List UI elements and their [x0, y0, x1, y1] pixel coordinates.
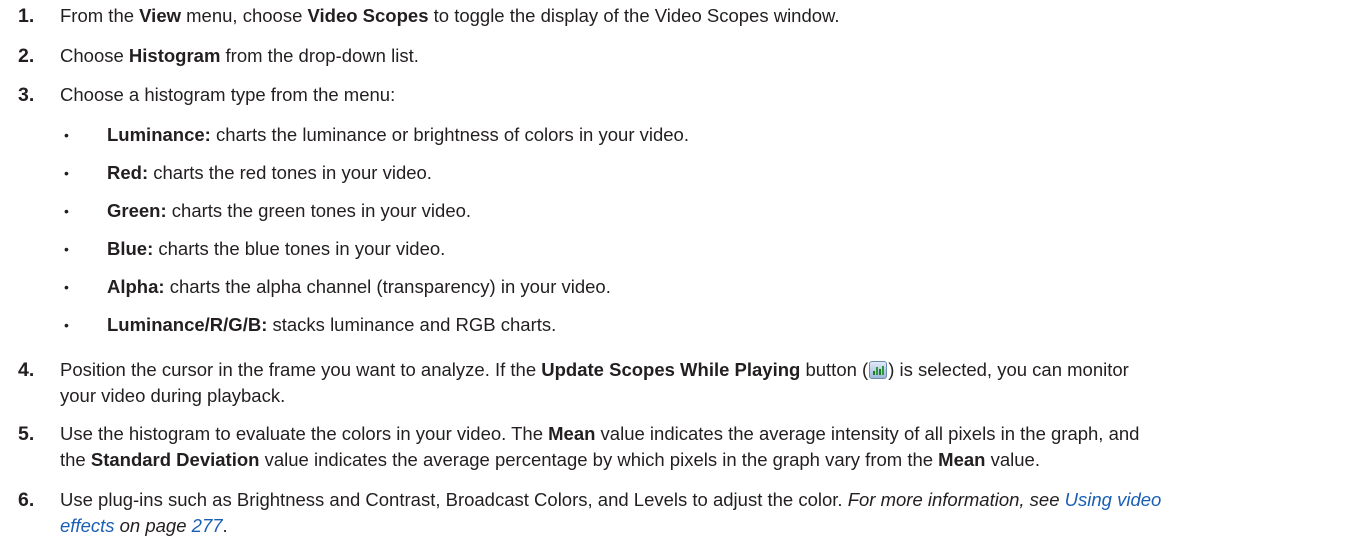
- bullet-dot: •: [64, 165, 69, 181]
- step-number: 6.: [18, 489, 35, 511]
- bullet-dot: •: [64, 241, 69, 257]
- step-number: 2.: [18, 45, 35, 67]
- step-text: Choose Histogram from the drop-down list…: [60, 45, 419, 66]
- step-text: Choose a histogram type from the menu:: [60, 84, 396, 105]
- bullet-dot: •: [64, 317, 69, 333]
- update-scopes-while-playing-icon: [869, 361, 888, 379]
- step-text: Use the histogram to evaluate the colors…: [60, 423, 1140, 470]
- using-video-effects-link[interactable]: effects: [60, 515, 115, 536]
- bullet-dot: •: [64, 127, 69, 143]
- step-text: From the View menu, choose Video Scopes …: [60, 5, 840, 26]
- step-text: Use plug-ins such as Brightness and Cont…: [60, 489, 1162, 536]
- bullet-dot: •: [64, 203, 69, 219]
- step-number: 1.: [18, 5, 35, 27]
- step-number: 4.: [18, 359, 35, 381]
- bullet-dot: •: [64, 279, 69, 295]
- step-number: 3.: [18, 84, 35, 106]
- document-page: 1. From the View menu, choose Video Scop…: [0, 0, 1368, 550]
- step-number: 5.: [18, 423, 35, 445]
- using-video-effects-link[interactable]: Using video: [1065, 489, 1162, 510]
- step-text: Position the cursor in the frame you wan…: [60, 359, 1129, 406]
- page-277-link[interactable]: 277: [192, 515, 223, 536]
